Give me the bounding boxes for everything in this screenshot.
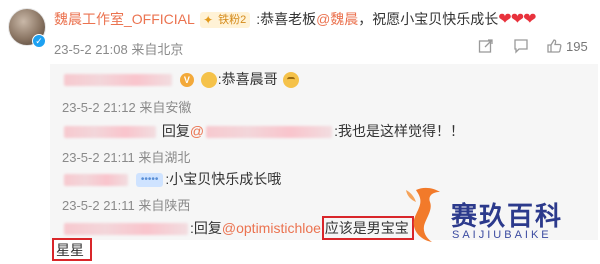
blurred-username[interactable]	[64, 223, 188, 236]
post-username[interactable]: 魏晨工作室_OFFICIAL	[54, 11, 194, 27]
emoji-scared-icon	[282, 72, 299, 89]
reply-2-text: :我也是这样觉得！！	[334, 123, 464, 139]
reply-2-mention-prefix[interactable]: @	[190, 123, 204, 139]
reply-1: V :恭喜晨哥	[62, 70, 300, 89]
heart-icon: ❤❤❤	[498, 11, 536, 28]
reply-2-reply-word: 回复	[161, 123, 190, 139]
reply-2-meta: 23-5-2 21:11 来自湖北	[62, 150, 191, 165]
comment-icon[interactable]	[513, 38, 529, 59]
highlight-box	[322, 216, 414, 240]
post-text-suffix: ，祝愿小宝贝快乐成长	[358, 11, 499, 27]
post-mention[interactable]: @魏晨	[316, 11, 358, 27]
reply-4-mention[interactable]: @optimistichloe	[222, 220, 321, 236]
reply-2: 回复@ :我也是这样觉得！！	[62, 122, 464, 140]
reply-4-reply-word: :回复	[190, 220, 222, 236]
watermark-cn: 赛玖百科	[451, 201, 564, 231]
post-line: 魏晨工作室_OFFICIAL 铁粉2 :恭喜老板@魏晨，祝愿小宝贝快乐成长❤❤❤	[54, 10, 537, 29]
like-icon[interactable]	[546, 38, 562, 59]
blurred-mention[interactable]	[206, 126, 333, 139]
post-meta: 23-5-2 21:08 来自北京	[54, 42, 184, 57]
watermark-en: SAIJIUBAIKE	[452, 229, 552, 241]
reply-1-text: :恭喜晨哥	[217, 71, 278, 87]
reply-3-text: :小宝贝快乐成长哦	[165, 171, 282, 187]
level-badge: •••••	[135, 173, 164, 188]
watermark-logo-icon	[402, 184, 450, 244]
share-icon[interactable]	[478, 38, 494, 59]
post-text-prefix: :恭喜老板	[256, 11, 317, 27]
blurred-username[interactable]	[64, 174, 128, 187]
verified-icon: ✓	[32, 34, 46, 48]
vip-icon: V	[179, 73, 194, 88]
reply-3-meta: 23-5-2 21:11 来自陕西	[62, 198, 191, 213]
reply-1-meta: 23-5-2 21:12 来自安徽	[62, 100, 192, 115]
emoji-face-icon	[200, 72, 217, 89]
fan-badge[interactable]: 铁粉2	[200, 12, 251, 29]
like-count: 195	[566, 39, 588, 54]
blurred-username[interactable]	[64, 126, 156, 139]
blurred-username[interactable]	[64, 74, 172, 87]
highlight-box-tail	[52, 238, 92, 261]
reply-3: •••••:小宝贝快乐成长哦	[62, 170, 281, 188]
